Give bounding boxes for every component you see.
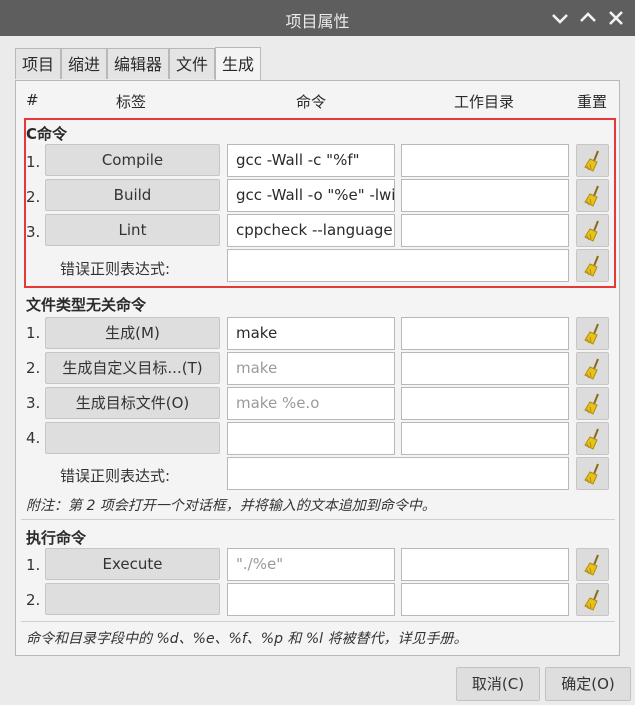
separator — [21, 519, 615, 520]
row-number: 2. — [26, 591, 41, 609]
build-label-button[interactable]: Build — [45, 179, 220, 211]
compile-reset-button[interactable] — [576, 144, 609, 177]
compile-workdir-field[interactable] — [401, 144, 569, 177]
c-regex-reset-button[interactable] — [576, 249, 609, 282]
ok-button[interactable]: 确定(O) — [545, 667, 631, 701]
row-number: 3. — [26, 223, 41, 241]
broom-icon — [584, 393, 599, 415]
execute-command-field[interactable]: "./%e" — [227, 548, 395, 581]
broom-icon — [584, 589, 599, 611]
broom-icon — [584, 358, 599, 380]
independent-regex-label: 错误正则表达式: — [60, 467, 171, 485]
execute-2-reset-button[interactable] — [576, 583, 609, 616]
execute-workdir-field[interactable] — [401, 548, 569, 581]
lint-reset-button[interactable] — [576, 214, 609, 247]
row-number: 1. — [26, 324, 41, 342]
make-custom-target-workdir-field[interactable] — [401, 352, 569, 385]
row-number: 2. — [26, 359, 41, 377]
title-bar: 项目属性 — [0, 0, 635, 36]
c-commands-title: C命令 — [26, 125, 68, 143]
independent-note: 附注：第 2 项会打开一个对话框，并将输入的文本追加到命令中。 — [26, 498, 436, 514]
lint-label-button[interactable]: Lint — [45, 214, 220, 246]
custom-4-command-field[interactable] — [227, 422, 395, 455]
custom-4-workdir-field[interactable] — [401, 422, 569, 455]
build-workdir-field[interactable] — [401, 179, 569, 212]
column-header-label: 标签 — [116, 93, 147, 111]
broom-icon — [584, 150, 599, 172]
custom-4-label-button[interactable] — [45, 422, 220, 454]
separator — [21, 621, 615, 622]
broom-icon — [584, 255, 599, 277]
broom-icon — [584, 463, 599, 485]
row-number: 2. — [26, 188, 41, 206]
build-panel: # 标签 命令 工作目录 重置 C命令 1. Compile gcc -Wall… — [15, 80, 620, 656]
row-number: 1. — [26, 556, 41, 574]
make-custom-target-command-field[interactable]: make — [227, 352, 395, 385]
execute-2-workdir-field[interactable] — [401, 583, 569, 616]
column-header-command: 命令 — [296, 93, 327, 111]
row-number: 3. — [26, 394, 41, 412]
independent-commands-title: 文件类型无关命令 — [26, 296, 147, 314]
make-custom-target-reset-button[interactable] — [576, 352, 609, 385]
compile-label-button[interactable]: Compile — [45, 144, 220, 176]
tab-editor[interactable]: 编辑器 — [107, 48, 169, 79]
chevron-up-icon — [580, 12, 596, 22]
execute-reset-button[interactable] — [576, 548, 609, 581]
broom-icon — [584, 185, 599, 207]
make-object-workdir-field[interactable] — [401, 387, 569, 420]
c-regex-label: 错误正则表达式: — [60, 260, 171, 278]
custom-4-reset-button[interactable] — [576, 422, 609, 455]
project-properties-dialog: 项目属性 项目 缩进 编辑器 文件 生成 # 标签 命令 工作目录 重置 C命令… — [0, 0, 635, 705]
lint-workdir-field[interactable] — [401, 214, 569, 247]
build-reset-button[interactable] — [576, 179, 609, 212]
column-header-workdir: 工作目录 — [454, 93, 515, 111]
make-object-reset-button[interactable] — [576, 387, 609, 420]
window-title: 项目属性 — [285, 12, 350, 31]
make-object-command-field[interactable]: make %e.o — [227, 387, 395, 420]
broom-icon — [584, 428, 599, 450]
build-command-field[interactable]: gcc -Wall -o "%e" -lwir — [227, 179, 395, 212]
make-label-button[interactable]: 生成(M) — [45, 317, 220, 349]
minimize-button[interactable] — [548, 6, 572, 30]
execute-label-button[interactable]: Execute — [45, 548, 220, 580]
make-command-field[interactable]: make — [227, 317, 395, 350]
close-button[interactable] — [604, 6, 628, 30]
tab-project[interactable]: 项目 — [15, 48, 61, 79]
independent-regex-field[interactable] — [227, 457, 569, 490]
make-reset-button[interactable] — [576, 317, 609, 350]
tab-indent[interactable]: 缩进 — [61, 48, 107, 79]
c-regex-field[interactable] — [227, 249, 569, 282]
independent-regex-reset-button[interactable] — [576, 457, 609, 490]
footer-note: 命令和目录字段中的 %d、%e、%f、%p 和 %l 将被替代，详见手册。 — [26, 631, 468, 647]
execute-commands-title: 执行命令 — [26, 529, 87, 547]
row-number: 4. — [26, 429, 41, 447]
tab-files[interactable]: 文件 — [169, 48, 215, 79]
row-number: 1. — [26, 153, 41, 171]
execute-2-label-button[interactable] — [45, 583, 220, 615]
tab-build[interactable]: 生成 — [215, 47, 261, 80]
execute-2-command-field[interactable] — [227, 583, 395, 616]
broom-icon — [584, 554, 599, 576]
broom-icon — [584, 220, 599, 242]
make-object-label-button[interactable]: 生成目标文件(O) — [45, 387, 220, 419]
lint-command-field[interactable]: cppcheck --language= — [227, 214, 395, 247]
cancel-button[interactable]: 取消(C) — [456, 667, 540, 701]
column-header-reset: 重置 — [577, 93, 608, 111]
maximize-button[interactable] — [576, 6, 600, 30]
close-icon — [609, 11, 623, 25]
broom-icon — [584, 323, 599, 345]
make-custom-target-label-button[interactable]: 生成自定义目标...(T) — [45, 352, 220, 384]
make-workdir-field[interactable] — [401, 317, 569, 350]
compile-command-field[interactable]: gcc -Wall -c "%f" — [227, 144, 395, 177]
column-header-num: # — [26, 91, 39, 109]
chevron-down-icon — [552, 14, 568, 24]
